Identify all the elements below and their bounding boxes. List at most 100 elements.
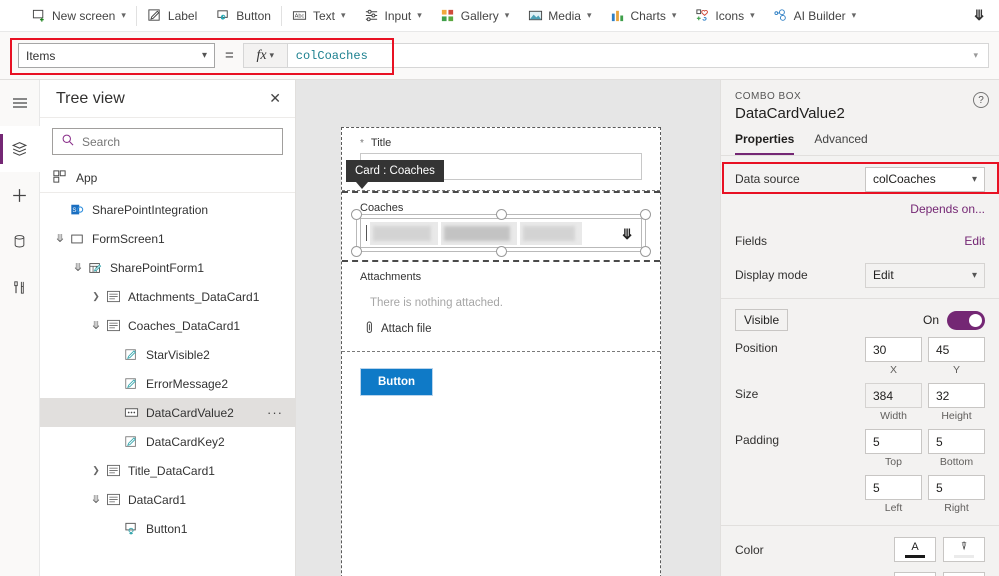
attachments-datacard[interactable]: Attachments There is nothing attached. A… [342,262,660,352]
font-color-icon[interactable]: A [894,537,936,562]
selection-font-color-icon[interactable]: ⍒ [894,572,936,576]
data-source-select[interactable]: colCoaches ▾ [865,166,985,192]
resize-handle-bottom-left[interactable] [351,246,362,257]
selected-item-chip[interactable] [370,221,438,245]
close-icon[interactable]: ✕ [263,86,287,111]
visible-toggle[interactable] [947,310,985,330]
padding-right-input[interactable]: 5 [928,475,985,500]
display-mode-select[interactable]: Edit ▾ [865,262,985,288]
tree-node-errormessage2[interactable]: ErrorMessage2 [40,369,295,398]
tab-properties[interactable]: Properties [735,132,795,155]
tree-node-title_datacard1[interactable]: ❯ Title_DataCard1 [40,456,295,485]
resize-handle-top-right[interactable] [640,209,651,220]
tree-node-overflow-icon[interactable]: ··· [267,405,283,420]
size-height-input[interactable]: 32 [928,383,985,408]
help-icon[interactable]: ? [973,92,989,108]
properties-divider [721,525,999,526]
resize-handle-bottom-center[interactable] [496,246,507,257]
display-mode-label: Display mode [735,268,808,282]
tree-node-button1[interactable]: Button1 [40,514,295,543]
button-datacard[interactable]: Button [342,352,660,412]
attach-file-button[interactable]: Attach file [342,309,660,351]
position-y-input[interactable]: 45 [928,337,985,362]
label-ctrl-icon [122,377,140,391]
label-ctrl-icon [122,435,140,449]
toolbar-ai-builder[interactable]: AI Builder ▾ [764,1,866,31]
insert-plus-icon[interactable] [0,172,40,218]
combobox-control[interactable]: ⤋ [360,218,642,248]
toolbar-gallery[interactable]: Gallery ▾ [431,1,519,31]
fx-button[interactable]: fx ▾ [242,43,288,68]
tree-node-sharepointintegration[interactable]: S SharePointIntegration [40,195,295,224]
size-label: Size [735,387,759,401]
toolbar-media[interactable]: Media ▾ [518,1,600,31]
padding-bottom-input[interactable]: 5 [928,429,985,454]
data-cylinder-icon[interactable] [0,218,40,264]
coaches-datacard[interactable]: Coaches ⤋ [342,191,660,262]
tree-node-coaches_datacard1[interactable]: ⤋ Coaches_DataCard1 [40,311,295,340]
formula-bar: Items ▾ = fx ▾ colCoaches ▾ [0,32,999,80]
tree-view-title: Tree view [56,89,125,107]
resize-handle-top-left[interactable] [351,209,362,220]
formula-input[interactable]: colCoaches ▾ [287,43,989,68]
chevron-down-icon[interactable]: ⤋ [52,232,68,245]
tree-node-datacard1[interactable]: ⤋ DataCard1 [40,485,295,514]
selection-fill-color-icon[interactable]: ⍒ [943,572,985,576]
toolbar-expand-chevron-down-icon[interactable]: ⤋ [973,7,999,24]
toolbar-icons[interactable]: Icons ▾ [685,1,763,31]
chevron-down-icon[interactable]: ⤋ [88,493,104,506]
tree-search-wrapper: Search [40,118,295,163]
padding-top-input[interactable]: 5 [865,429,922,454]
tree-node-label: DataCard1 [128,492,187,507]
resize-handle-top-center[interactable] [496,209,507,220]
equals-sign: = [225,47,234,64]
chevron-down-icon[interactable]: ⤋ [88,319,104,332]
toolbar-text[interactable]: Abc Text ▾ [283,1,355,31]
tree-node-sharepointform1[interactable]: ⤋ SharePointForm1 [40,253,295,282]
color-label: Color [735,542,764,557]
position-x-input[interactable]: 30 [865,337,922,362]
toolbar-button[interactable]: Button [206,1,280,31]
media-tools-icon[interactable] [0,264,40,310]
attachments-datacard-label: Attachments [360,271,422,283]
tree-row-app[interactable]: App [40,163,295,193]
tab-advanced[interactable]: Advanced [814,132,867,155]
hamburger-menu-icon[interactable] [0,80,40,126]
title-datacard[interactable]: * Title Card : Coaches [342,128,660,191]
chevron-down-icon: ▾ [586,10,592,20]
resize-handle-bottom-right[interactable] [640,246,651,257]
toolbar-charts[interactable]: Charts ▾ [601,1,686,31]
search-input[interactable]: Search [52,128,283,155]
row-size: Size 384 Width 32 Height [721,381,999,427]
chevron-down-icon[interactable]: ▾ [973,51,978,61]
chevron-right-icon[interactable]: ❯ [88,291,104,302]
fill-color-icon[interactable]: ⍒ [943,537,985,562]
depends-on-link[interactable]: Depends on... [910,202,985,216]
selected-item-chip[interactable] [520,221,582,245]
tree-node-formscreen1[interactable]: ⤋ FormScreen1 [40,224,295,253]
toolbar-label[interactable]: Label [138,1,206,31]
chevron-right-icon[interactable]: ❯ [88,465,104,476]
tree-view-icon[interactable] [0,126,40,172]
toolbar-new-screen[interactable]: New screen ▾ [22,1,135,31]
tree-node-starvisible2[interactable]: StarVisible2 [40,340,295,369]
tree-node-attachments_datacard1[interactable]: ❯ Attachments_DataCard1 [40,282,295,311]
padding-left-input[interactable]: 5 [865,475,922,500]
selected-item-chip[interactable] [441,221,517,245]
icons-icon [694,8,710,24]
fields-edit-link[interactable]: Edit [964,234,985,248]
chevron-down-icon[interactable]: ⤋ [70,261,86,274]
label-icon [147,8,163,24]
toolbar-input[interactable]: Input ▾ [355,1,431,31]
button-ctrl-icon [122,521,140,536]
tree-node-datacardkey2[interactable]: DataCardKey2 [40,427,295,456]
toolbar-ai-builder-label: AI Builder [793,8,846,23]
properties-header: COMBO BOX DataCardValue2 ? [721,80,999,122]
chevron-down-icon[interactable]: ⤋ [621,226,633,243]
property-selector[interactable]: Items ▾ [18,43,215,68]
fill-color-glyph: ⍒ [960,540,968,553]
visible-label[interactable]: Visible [735,309,789,331]
size-width-input[interactable]: 384 [865,383,922,408]
canvas-button[interactable]: Button [360,368,434,396]
tree-node-datacardvalue2[interactable]: DataCardValue2 ··· [40,398,295,427]
